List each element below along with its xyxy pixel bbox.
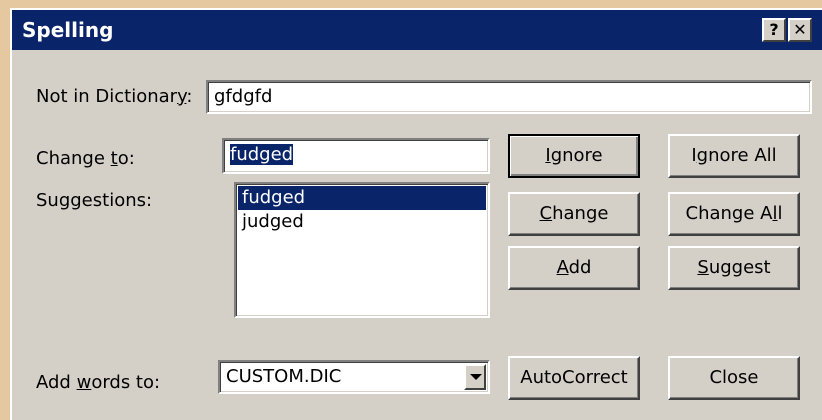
close-button[interactable]: Close <box>668 356 800 400</box>
spelling-dialog: Spelling ? ✕ Not in Dictionary: gfdgfd C… <box>10 8 822 420</box>
change-to-input[interactable]: fudged <box>222 138 490 174</box>
dialog-title: Spelling <box>22 18 114 42</box>
close-icon[interactable]: ✕ <box>788 18 812 42</box>
not-in-dictionary-label: Not in Dictionary: <box>36 86 193 107</box>
suggest-button[interactable]: Suggest <box>668 246 800 290</box>
change-all-button[interactable]: Change All <box>668 192 800 236</box>
suggestions-list[interactable]: fudged judged <box>234 182 490 318</box>
chevron-down-icon[interactable] <box>464 364 486 390</box>
change-button[interactable]: Change <box>508 192 640 236</box>
list-item[interactable]: judged <box>238 210 486 234</box>
add-words-to-select[interactable]: CUSTOM.DIC <box>218 360 490 394</box>
add-words-to-label: Add words to: <box>36 372 161 393</box>
title-bar[interactable]: Spelling ? ✕ <box>12 10 822 50</box>
add-button[interactable]: Add <box>508 246 640 290</box>
autocorrect-button[interactable]: AutoCorrect <box>508 356 640 400</box>
not-in-dictionary-field[interactable]: gfdgfd <box>206 80 812 114</box>
ignore-button[interactable]: Ignore <box>508 134 640 178</box>
change-to-label: Change to: <box>36 148 135 169</box>
ignore-all-button[interactable]: Ignore All <box>668 134 800 178</box>
suggestions-label: Suggestions: <box>36 190 153 211</box>
list-item[interactable]: fudged <box>238 186 486 210</box>
help-button[interactable]: ? <box>762 18 786 42</box>
